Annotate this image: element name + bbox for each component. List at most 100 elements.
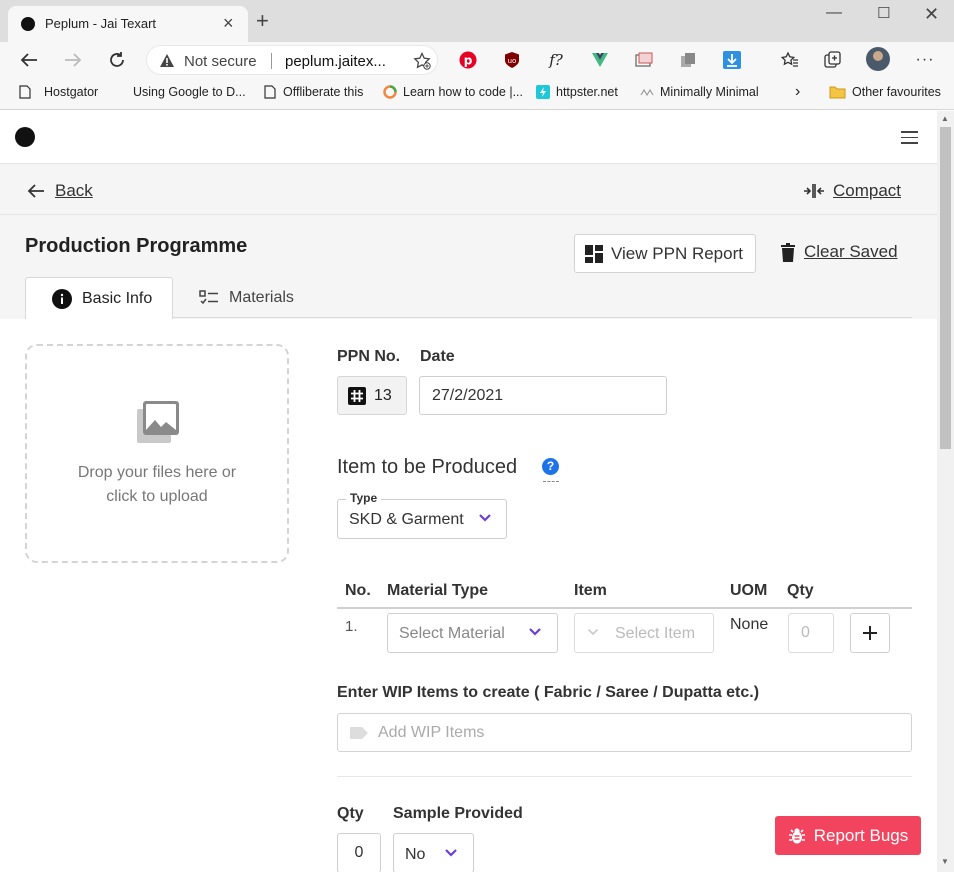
column-header-item: Item [574,582,607,599]
type-select[interactable]: Type SKD & Garment [337,491,507,539]
forward-arrow-icon[interactable] [61,48,85,72]
other-favourites[interactable]: Other favourites [829,85,941,99]
type-label: Type [346,491,382,505]
table-header-divider [337,607,912,609]
svg-text:p: p [464,54,473,68]
wip-items-input[interactable]: Add WIP Items [337,713,912,752]
hashtag-icon [348,386,366,405]
view-ppn-report-label: View PPN Report [611,243,743,263]
scroll-up-arrow-icon[interactable]: ▲ [941,114,949,123]
svg-text:uo: uo [508,57,517,65]
report-bugs-button[interactable]: Report Bugs [775,816,921,855]
bookmark-item[interactable]: Using Google to D... [133,85,246,99]
back-link[interactable]: Back [27,181,93,201]
minimize-icon[interactable]: — [826,4,842,22]
peplum-logo-icon[interactable] [15,127,35,147]
ppn-number-field: 13 [337,376,407,415]
bookmark-label: Using Google to D... [133,85,246,99]
sample-provided-select[interactable]: No [393,833,474,872]
page-scrollbar[interactable]: ▲ ▼ [937,111,954,872]
bookmark-item[interactable]: Minimally Minimal [640,85,759,99]
item-placeholder: Select Item [615,625,696,642]
qty-value: 0 [354,844,364,861]
bookmark-item[interactable]: Offliberate this [263,85,363,99]
font-extension-icon[interactable]: f? [547,51,565,69]
profile-avatar[interactable] [866,47,890,71]
wip-items-placeholder: Add WIP Items [378,724,485,741]
add-favourite-icon[interactable] [413,51,431,75]
compact-toggle[interactable]: Compact [803,181,901,201]
chevron-down-icon [587,628,599,636]
clear-saved-button[interactable]: Clear Saved [780,242,898,262]
security-label[interactable]: Not secure [184,53,257,70]
chevron-right-icon[interactable]: › [795,83,800,101]
omnibox-separator [271,53,272,69]
dropzone-text-line2: click to upload [106,488,208,505]
reload-icon[interactable] [105,48,129,72]
collections-extension-icon[interactable] [679,51,697,69]
column-header-uom: UOM [730,582,768,599]
compress-horizontal-icon [804,184,824,198]
add-row-button[interactable] [850,613,890,653]
bookmark-label: httpster.net [556,85,618,99]
clear-saved-label: Clear Saved [804,242,898,261]
new-tab-icon[interactable]: + [256,10,269,32]
screenshot-extension-icon[interactable] [635,51,653,69]
back-label: Back [55,181,93,200]
tag-icon [350,727,368,739]
bookmark-item[interactable]: Hostgator [18,85,98,99]
collections-icon[interactable] [824,51,842,69]
item-select[interactable]: Select Item [574,613,714,653]
row-qty-input[interactable]: 0 [788,613,834,653]
bookmark-item[interactable]: Learn how to code |... [383,85,523,99]
material-type-select[interactable]: Select Material [387,613,558,653]
help-icon[interactable]: ? [542,458,559,475]
page-icon [19,85,31,99]
tab-title: Peplum - Jai Texart [45,16,157,31]
material-type-placeholder: Select Material [399,625,505,642]
hamburger-menu-icon[interactable] [901,131,918,144]
wip-items-label: Enter WIP Items to create ( Fabric / Sar… [337,684,760,701]
bookmark-item[interactable]: httpster.net [536,85,618,99]
bookmark-label: Hostgator [44,85,99,99]
dashboard-icon [585,244,603,263]
vue-devtools-icon[interactable] [591,51,609,69]
app-header [0,111,937,164]
app-viewport: Back Compact Production Programme View P… [0,111,937,872]
favourites-icon[interactable] [780,51,798,69]
close-tab-icon[interactable]: × [223,13,234,34]
qty-input[interactable]: 0 [337,833,381,872]
pinterest-extension-icon[interactable]: p [459,51,477,69]
tab-materials[interactable]: Materials [199,277,294,319]
back-arrow-icon[interactable] [17,48,41,72]
ppn-label: PPN No. [337,348,401,365]
scrollbar-thumb[interactable] [940,127,951,449]
view-ppn-report-button[interactable]: View PPN Report [574,234,756,273]
date-label: Date [420,348,455,365]
info-icon [52,288,72,309]
plus-icon [863,626,877,640]
codecademy-icon [383,85,397,99]
url-text[interactable]: peplum.jaitex... [285,53,386,70]
file-dropzone[interactable]: Drop your files here or click to upload [25,344,289,563]
column-header-qty: Qty [787,582,814,599]
httpster-icon [536,85,550,99]
address-bar[interactable]: Not secure peplum.jaitex... [146,45,438,75]
download-extension-icon[interactable] [723,51,741,69]
minimal-icon [640,88,654,97]
dropzone-text-line1: Drop your files here or [77,464,237,481]
folder-icon [829,86,846,99]
close-window-icon[interactable]: ✕ [924,4,939,25]
section-divider [337,776,912,777]
checklist-icon [199,290,218,305]
date-input[interactable]: 27/2/2021 [419,376,667,415]
ublock-extension-icon[interactable]: uo [503,51,521,69]
scroll-down-arrow-icon[interactable]: ▼ [941,857,949,866]
browser-tab[interactable]: Peplum - Jai Texart × [8,6,248,42]
chevron-down-icon [445,849,457,857]
page-icon [264,85,276,99]
more-options-icon[interactable]: ··· [916,51,934,69]
maximize-icon[interactable]: ☐ [877,4,890,22]
tab-basic-info[interactable]: Basic Info [25,277,173,319]
sample-provided-label: Sample Provided [393,805,523,822]
